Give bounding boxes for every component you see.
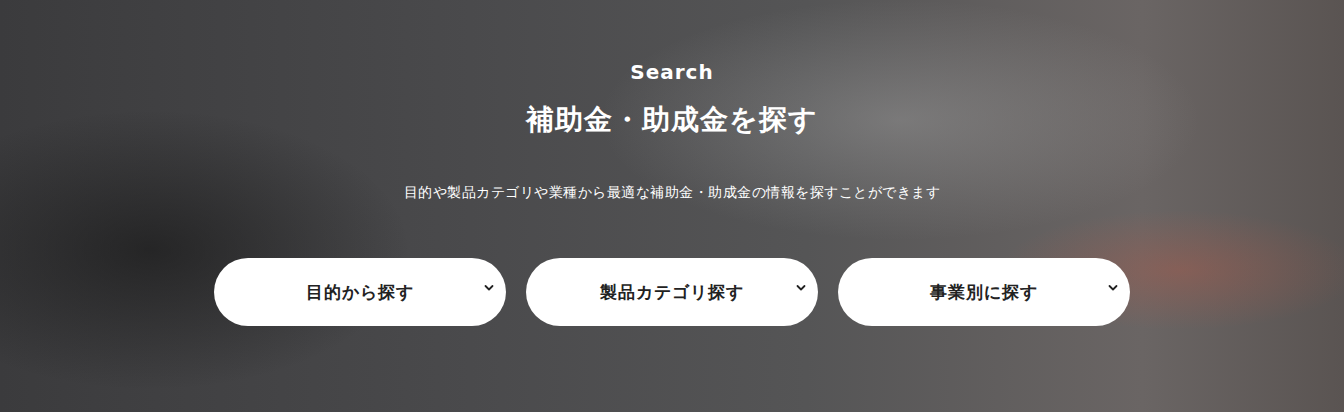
search-hero: Search 補助金・助成金を探す 目的や製品カテゴリや業種から最適な補助金・助… [0, 0, 1344, 412]
chevron-down-icon [1108, 284, 1118, 292]
chevron-down-icon [796, 284, 806, 292]
dropdown-button[interactable]: 事業別に探す [838, 258, 1130, 326]
section-title: 補助金・助成金を探す [526, 100, 818, 140]
dropdown-row: 目的から探す 製品カテゴリ探す 事業別に探す [214, 258, 1130, 326]
dropdown-button[interactable]: 製品カテゴリ探す [526, 258, 818, 326]
section-eyebrow: Search [630, 58, 713, 86]
dropdown-button[interactable]: 目的から探す [214, 258, 506, 326]
section-description: 目的や製品カテゴリや業種から最適な補助金・助成金の情報を探すことができます [404, 182, 941, 202]
chevron-down-icon [484, 284, 494, 292]
